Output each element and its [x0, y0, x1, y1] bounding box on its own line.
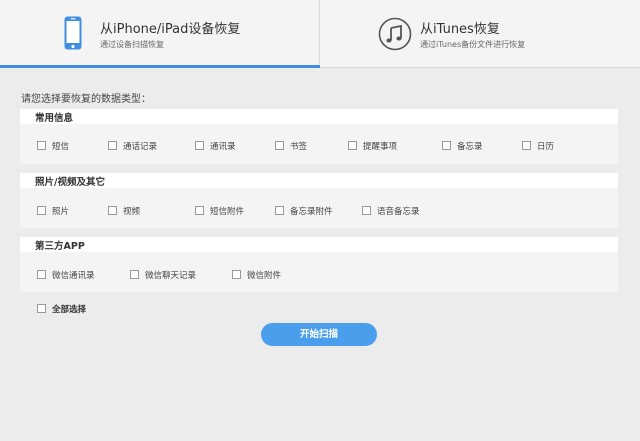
- checkbox[interactable]: [232, 270, 241, 279]
- option-label: 日历: [537, 142, 555, 152]
- tab-itunes-title: 从iTunes恢复: [420, 22, 500, 37]
- checkbox[interactable]: [37, 206, 46, 215]
- option-label: 语音备忘录: [377, 207, 420, 217]
- tab-itunes-subtitle: 通过iTunes备份文件进行恢复: [420, 40, 526, 49]
- tab-itunes-recovery[interactable]: 从iTunes恢复 通过iTunes备份文件进行恢复: [320, 0, 640, 68]
- checkbox[interactable]: [275, 141, 284, 150]
- option-label: 短信附件: [210, 207, 245, 217]
- tab-divider: [319, 0, 320, 68]
- checkbox[interactable]: [195, 141, 204, 150]
- option-label: 备忘录: [457, 142, 483, 152]
- checkbox[interactable]: [362, 206, 371, 215]
- tab-device-subtitle: 通过设备扫描恢复: [100, 40, 164, 49]
- checkbox[interactable]: [108, 206, 117, 215]
- tabs-bottom-line: [320, 67, 640, 68]
- section-title: 第三方APP: [35, 241, 85, 252]
- music-note-icon: [378, 17, 412, 51]
- iphone-icon: [64, 16, 82, 50]
- select-all-label: 全部选择: [52, 305, 87, 315]
- option-label: 书签: [290, 142, 308, 152]
- checkbox[interactable]: [37, 141, 46, 150]
- section-body-common: 短信 通话记录 通讯录 书签 提醒事项 备忘录 日历: [20, 124, 618, 164]
- checkbox[interactable]: [522, 141, 531, 150]
- option-label: 照片: [52, 207, 70, 217]
- checkbox[interactable]: [348, 141, 357, 150]
- checkbox[interactable]: [275, 206, 284, 215]
- source-tabs: 从iPhone/iPad设备恢复 通过设备扫描恢复 从iTunes恢复 通过iT…: [0, 0, 640, 68]
- start-scan-button[interactable]: 开始扫描: [261, 323, 377, 346]
- option-label: 微信通讯录: [52, 271, 95, 281]
- active-tab-indicator: [0, 65, 320, 68]
- section-body-thirdparty: 微信通讯录 微信聊天记录 微信附件: [20, 252, 618, 292]
- option-label: 通讯录: [210, 142, 236, 152]
- checkbox[interactable]: [195, 206, 204, 215]
- option-label: 微信聊天记录: [145, 271, 197, 281]
- data-type-prompt: 请您选择要恢复的数据类型：: [21, 94, 151, 105]
- tab-device-recovery[interactable]: 从iPhone/iPad设备恢复 通过设备扫描恢复: [0, 0, 320, 68]
- checkbox[interactable]: [130, 270, 139, 279]
- section-header-thirdparty: 第三方APP: [20, 237, 618, 252]
- section-body-media: 照片 视频 短信附件 备忘录附件 语音备忘录: [20, 188, 618, 228]
- checkbox[interactable]: [37, 304, 46, 313]
- option-label: 通话记录: [123, 142, 158, 152]
- checkbox[interactable]: [442, 141, 451, 150]
- checkbox[interactable]: [108, 141, 117, 150]
- option-label: 短信: [52, 142, 70, 152]
- section-title: 常用信息: [35, 113, 74, 124]
- option-label: 视频: [123, 207, 141, 217]
- section-title: 照片/视频及其它: [35, 177, 105, 188]
- checkbox[interactable]: [37, 270, 46, 279]
- tab-device-title: 从iPhone/iPad设备恢复: [100, 22, 241, 37]
- option-label: 备忘录附件: [290, 207, 333, 217]
- section-header-media: 照片/视频及其它: [20, 173, 618, 188]
- option-label: 微信附件: [247, 271, 282, 281]
- option-label: 提醒事项: [363, 142, 398, 152]
- section-header-common: 常用信息: [20, 109, 618, 124]
